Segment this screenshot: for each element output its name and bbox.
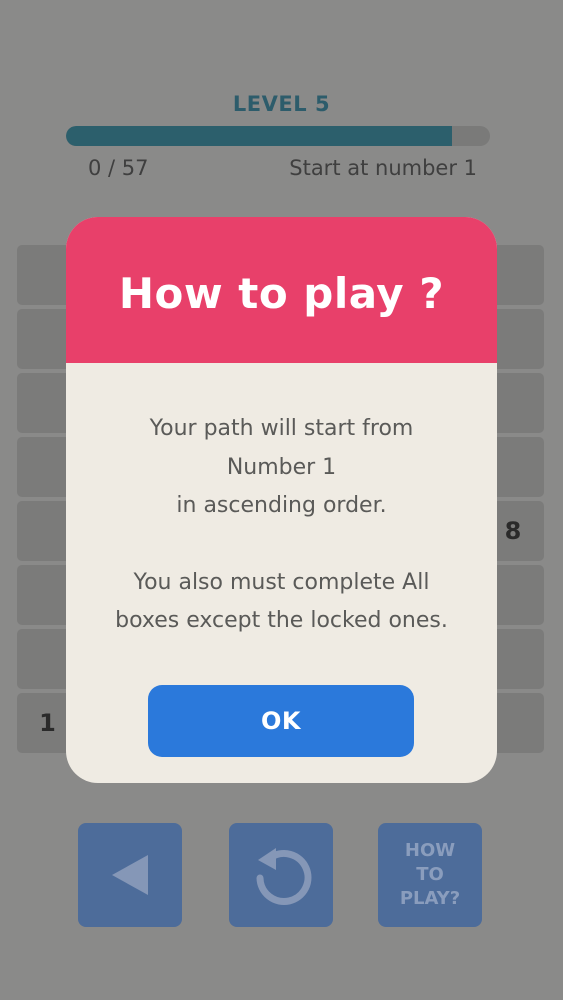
- progress-bar: [66, 126, 490, 146]
- rule-line-5: boxes except the locked ones.: [115, 608, 448, 633]
- how-to-play-label-1: HOW: [404, 840, 456, 861]
- how-to-play-label-3: PLAY?: [399, 888, 461, 909]
- progress-count: 0 / 57: [88, 156, 149, 180]
- cell-number: 1: [39, 709, 56, 737]
- rule-line-1: Your path will start from: [149, 416, 414, 441]
- rule-line-3: in ascending order.: [176, 493, 387, 518]
- how-to-play-dialog: How to play ? Your path will start from …: [66, 217, 497, 783]
- rule-line-4: You also must complete All: [133, 569, 430, 595]
- how-to-play-button[interactable]: HOW TO PLAY?: [378, 823, 482, 927]
- undo-button[interactable]: [229, 823, 333, 927]
- rule-line-2: Number 1: [226, 454, 337, 480]
- back-button[interactable]: [78, 823, 182, 927]
- dialog-header: How to play ?: [66, 217, 497, 363]
- level-title: LEVEL 5: [232, 92, 331, 116]
- ok-button[interactable]: OK: [148, 685, 414, 757]
- progress-fill: [66, 126, 452, 146]
- cell-number: 8: [504, 517, 522, 545]
- left-triangle-icon: [112, 855, 148, 895]
- start-hint: Start at number 1: [289, 156, 477, 180]
- dialog-title: How to play ?: [118, 268, 445, 318]
- undo-arrow-icon: [256, 848, 312, 905]
- dialog-body: Your path will start from Number 1 in as…: [66, 410, 497, 641]
- how-to-play-label-2: TO: [416, 864, 444, 885]
